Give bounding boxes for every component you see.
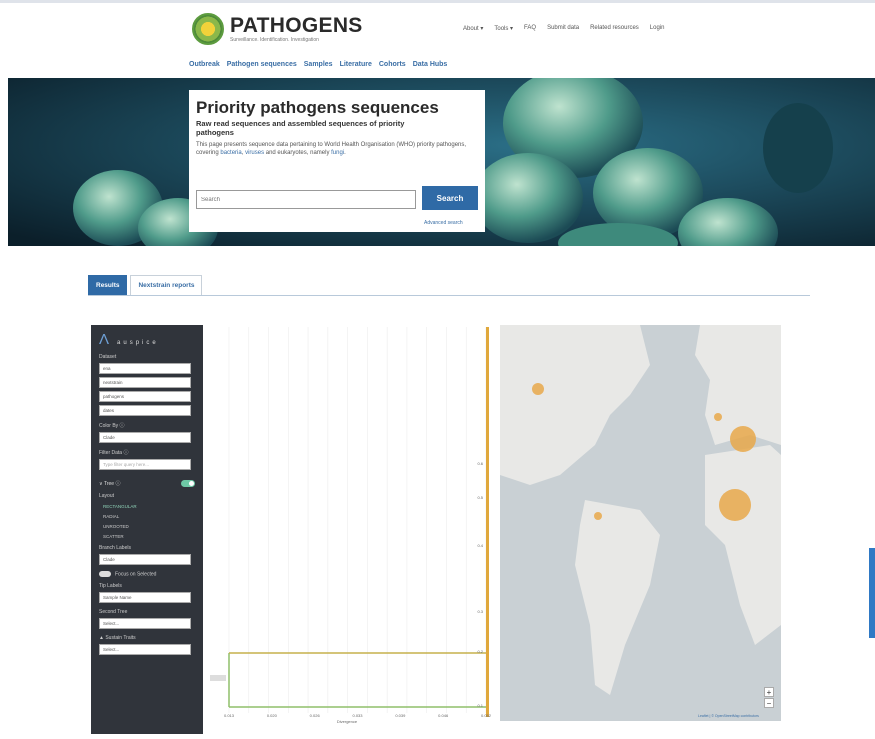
focus-toggle-row[interactable]: Focus on Selected <box>99 571 195 577</box>
dataset-select-4[interactable]: dates <box>99 405 191 416</box>
search-bar: Search <box>196 186 478 210</box>
color-by-select[interactable]: Clade <box>99 432 191 443</box>
auspice-logo: Λauspice <box>99 331 159 348</box>
tree-section-label[interactable]: ∨ Tree ⓘ <box>99 480 120 487</box>
tree-branch-green[interactable] <box>228 652 486 708</box>
dataset-select-2[interactable]: nextstrain <box>99 377 191 388</box>
page-subtitle: Raw read sequences and assembled sequenc… <box>196 119 405 137</box>
tab-divider <box>88 295 810 296</box>
branch-labels-select[interactable]: Clade <box>99 554 191 565</box>
advanced-search-link[interactable]: Advanced search <box>424 220 463 226</box>
bacteria-link[interactable]: bacteria <box>220 150 241 156</box>
search-input[interactable] <box>196 190 416 209</box>
subnav-literature[interactable]: Literature <box>340 61 372 68</box>
layout-label: Layout <box>99 493 115 499</box>
nav-login[interactable]: Login <box>650 25 665 32</box>
map-zoom-in-button[interactable]: + <box>764 687 774 697</box>
focus-toggle[interactable] <box>99 571 111 577</box>
pathogens-logo-icon <box>192 13 224 45</box>
auspice-sidebar: Λauspice Dataset ena nextstrain pathogen… <box>91 325 203 734</box>
tree-x-tick-label: 0.026 <box>310 713 321 718</box>
hero-search-card: Priority pathogens sequences Raw read se… <box>189 90 485 232</box>
tree-node-label: 0.5 <box>477 495 483 500</box>
filter-data-label: Filter Data ⓘ <box>99 450 129 456</box>
tree-root-line <box>486 327 489 717</box>
results-tabs: Results Nextstrain reports <box>88 275 203 295</box>
subnav-samples[interactable]: Samples <box>304 61 333 68</box>
section-navigation: Outbreak Pathogen sequences Samples Lite… <box>189 61 447 68</box>
tree-node-label: 0.1 <box>477 703 483 708</box>
sustain-traits-select[interactable]: Select... <box>99 644 191 656</box>
map-zoom-out-button[interactable]: − <box>764 698 774 708</box>
tree-toggle[interactable] <box>181 480 195 487</box>
tab-results[interactable]: Results <box>88 275 128 295</box>
dataset-select-1[interactable]: ena <box>99 363 191 374</box>
branch-labels-label: Branch Labels <box>99 545 131 551</box>
top-navigation: About ▾ Tools ▾ FAQ Submit data Related … <box>463 25 664 32</box>
tree-x-tick-label: 0.020 <box>267 713 278 718</box>
phylogeny-tree-panel: 0.013 0.020 0.026 0.033 0.039 0.046 0.052 0.6 0… <box>207 325 492 734</box>
nav-related-resources[interactable]: Related resources <box>590 25 639 32</box>
filter-data-input[interactable]: Type filter query here... <box>99 459 191 470</box>
nav-about[interactable]: About ▾ <box>463 25 483 32</box>
geographic-map[interactable]: + − Leaflet | © OpenStreetMap contributo… <box>500 325 781 721</box>
map-bubble-west-africa[interactable] <box>719 489 751 521</box>
tree-tip-label <box>210 675 226 681</box>
map-bubble-south-america[interactable] <box>594 512 602 520</box>
tree-x-tick-label: 0.013 <box>224 713 235 718</box>
site-header: PATHOGENS Surveillance. Identification. … <box>0 3 875 78</box>
tree-node-label: 0.4 <box>477 543 483 548</box>
viruses-link[interactable]: viruses <box>245 150 264 156</box>
dataset-label: Dataset <box>99 354 117 360</box>
brand-name: PATHOGENS <box>230 13 363 37</box>
tree-node-label: 0.6 <box>477 461 483 466</box>
nav-submit-data[interactable]: Submit data <box>547 25 579 32</box>
nav-tools[interactable]: Tools ▾ <box>494 25 513 32</box>
subnav-cohorts[interactable]: Cohorts <box>379 61 406 68</box>
page-description: This page presents sequence data pertain… <box>196 142 467 156</box>
search-button[interactable]: Search <box>422 186 478 210</box>
tree-node-label: 0.2 <box>477 649 483 654</box>
map-attribution[interactable]: Leaflet | © OpenStreetMap contributors <box>698 714 759 718</box>
brand-tagline: Surveillance. Identification. Investigat… <box>230 36 319 43</box>
second-tree-select[interactable]: Select... <box>99 618 191 630</box>
subnav-pathogen-sequences[interactable]: Pathogen sequences <box>227 61 297 68</box>
color-by-label: Color By ⓘ <box>99 423 125 429</box>
site-logo[interactable]: PATHOGENS Surveillance. Identification. … <box>192 13 363 45</box>
tip-labels-label: Tip Labels <box>99 583 122 590</box>
map-bubble-uk[interactable] <box>714 413 722 421</box>
phylogeny-tree[interactable]: 0.013 0.020 0.026 0.033 0.039 0.046 0.052 0.6 0… <box>207 325 492 734</box>
layout-rectangular[interactable]: RECTANGULAR <box>99 504 195 509</box>
layout-radial[interactable]: RADIAL <box>99 514 195 519</box>
nextstrain-logo-icon: Λ <box>99 331 110 348</box>
layout-scatter[interactable]: SCATTER <box>99 534 195 539</box>
page-title: Priority pathogens sequences <box>196 98 439 117</box>
feedback-tab[interactable] <box>869 548 875 638</box>
tree-node-label: 0.3 <box>477 609 483 614</box>
tip-labels-select[interactable]: Sample Name <box>99 592 191 604</box>
second-tree-label: Second Tree <box>99 609 128 616</box>
layout-unrooted[interactable]: UNROOTED <box>99 524 195 529</box>
tab-nextstrain-reports[interactable]: Nextstrain reports <box>130 275 203 295</box>
subnav-outbreak[interactable]: Outbreak <box>189 61 220 68</box>
fungi-link[interactable]: fungi <box>331 150 344 156</box>
tree-x-tick-label: 0.046 <box>438 713 449 718</box>
tree-x-tick-label: 0.039 <box>395 713 406 718</box>
sustain-traits-label: ▲ Sustain Traits <box>99 635 136 642</box>
map-bubble-europe[interactable] <box>730 426 756 452</box>
tree-x-tick-label: 0.052 <box>481 713 491 718</box>
nav-faq[interactable]: FAQ <box>524 25 536 32</box>
map-bubble-north-america[interactable] <box>532 383 544 395</box>
world-map <box>500 325 781 721</box>
subnav-data-hubs[interactable]: Data Hubs <box>413 61 448 68</box>
tree-axis-label: Divergence <box>337 719 358 724</box>
dataset-select-3[interactable]: pathogens <box>99 391 191 402</box>
tree-x-tick-label: 0.033 <box>352 713 363 718</box>
